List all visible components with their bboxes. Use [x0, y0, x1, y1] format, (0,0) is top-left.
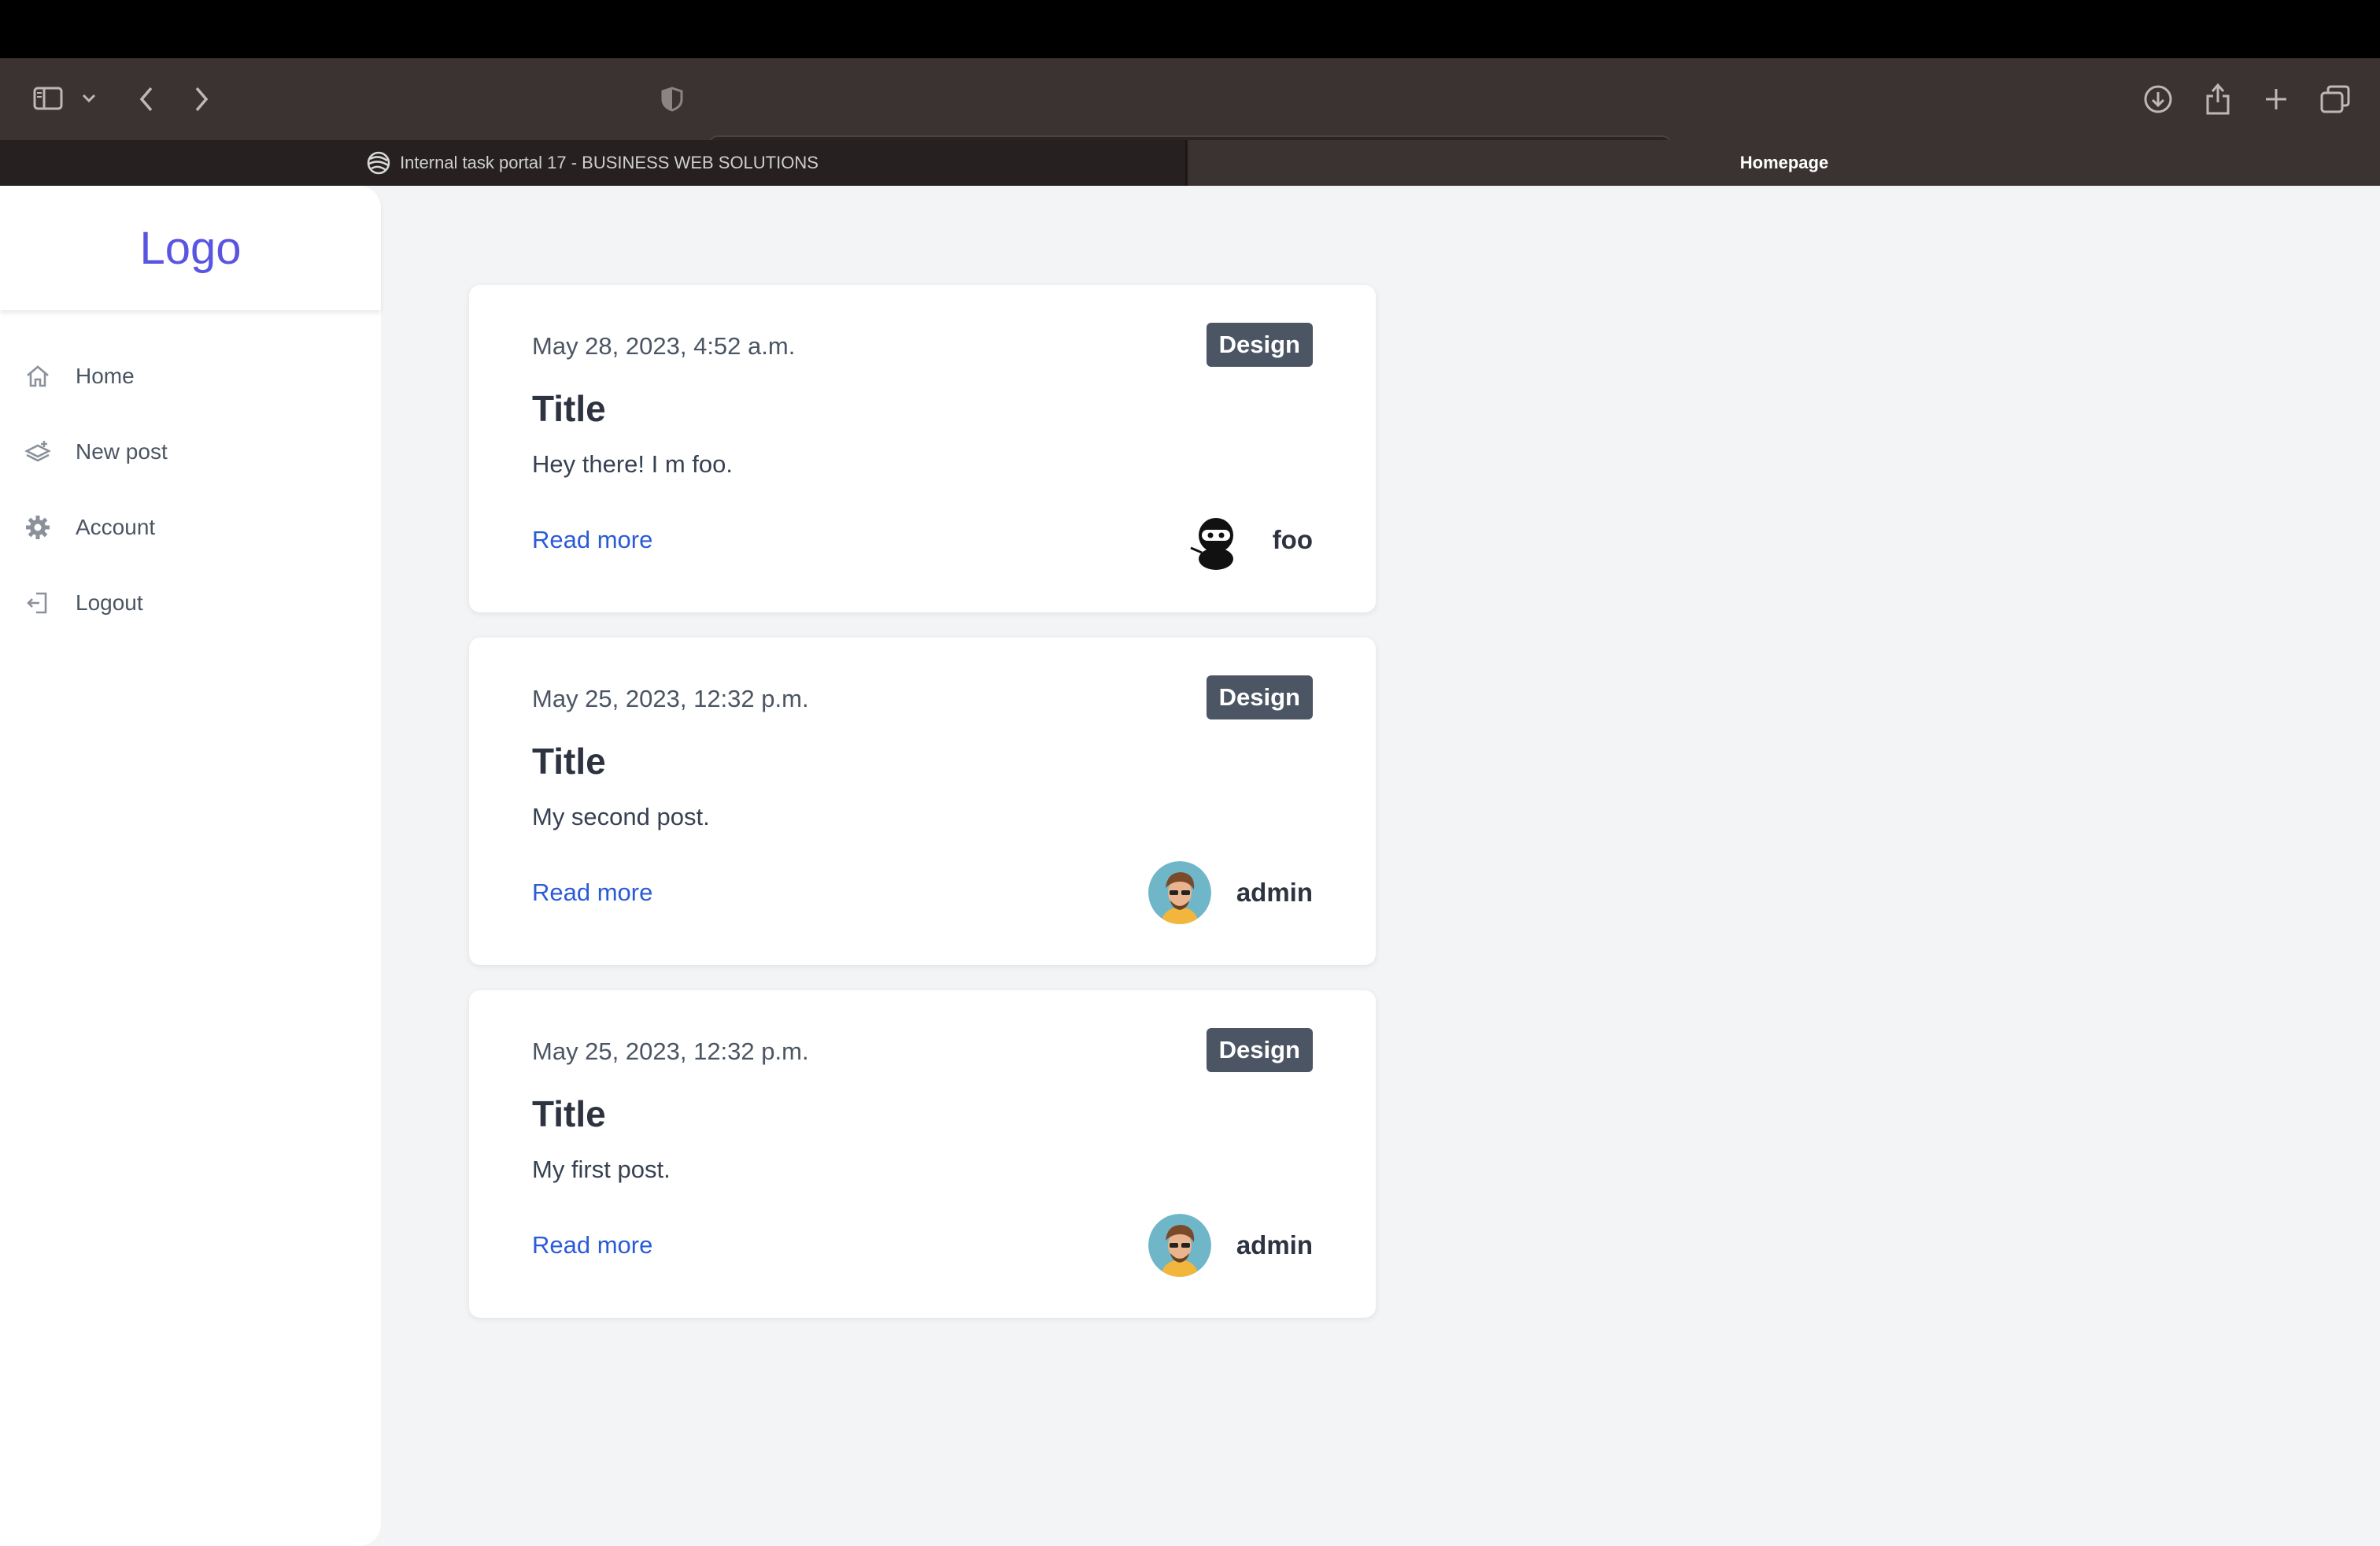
category-tag[interactable]: Design: [1206, 323, 1313, 367]
post-date: May 25, 2023, 12:32 p.m.: [532, 1037, 809, 1065]
read-more-link[interactable]: Read more: [532, 878, 652, 907]
author-name: admin: [1236, 1230, 1313, 1259]
author-name: admin: [1236, 878, 1313, 907]
sidebar-item-account[interactable]: Account: [0, 490, 381, 565]
globe-favicon-icon: [367, 151, 390, 175]
post-date: May 28, 2023, 4:52 a.m.: [532, 332, 796, 360]
new-tab-icon[interactable]: [2259, 82, 2293, 117]
share-icon[interactable]: [2201, 79, 2235, 118]
tab-homepage[interactable]: Homepage: [1188, 140, 2380, 186]
admin-avatar-icon: [1148, 1214, 1211, 1277]
post-date: May 25, 2023, 12:32 p.m.: [532, 685, 809, 712]
tab-internal-task-portal[interactable]: Internal task portal 17 - BUSINESS WEB S…: [0, 140, 1187, 186]
sidebar: Logo Home New post Account Logout: [0, 186, 381, 1546]
post-author[interactable]: admin: [1148, 1214, 1313, 1277]
ninja-avatar-icon: [1184, 509, 1247, 571]
sidebar-item-logout[interactable]: Logout: [0, 565, 381, 641]
layers-icon: [24, 441, 51, 462]
post-author[interactable]: admin: [1148, 861, 1313, 924]
post-title: Title: [532, 1093, 606, 1134]
post-card: May 28, 2023, 4:52 a.m. Design Title Hey…: [469, 285, 1376, 612]
category-tag[interactable]: Design: [1206, 675, 1313, 719]
home-icon: [27, 365, 49, 387]
logo-area: Logo: [0, 186, 381, 310]
tab-overview-icon[interactable]: [2317, 82, 2353, 117]
sidebar-toggle-icon[interactable]: [30, 80, 66, 117]
admin-avatar-icon: [1148, 861, 1211, 924]
category-tag[interactable]: Design: [1206, 1028, 1313, 1072]
tab-label: Internal task portal 17 - BUSINESS WEB S…: [400, 153, 819, 172]
sidebar-item-label: Logout: [76, 590, 143, 615]
sidebar-item-label: New post: [76, 439, 168, 464]
post-title: Title: [532, 741, 606, 782]
author-name: foo: [1272, 525, 1313, 554]
download-icon[interactable]: [2141, 82, 2175, 117]
sidebar-nav: Home New post Account Logout: [0, 310, 381, 641]
tab-label: Homepage: [1739, 153, 1829, 172]
post-excerpt: Hey there! I m foo.: [532, 450, 733, 478]
sidebar-item-label: Home: [76, 364, 135, 388]
post-list: May 28, 2023, 4:52 a.m. Design Title Hey…: [469, 285, 1376, 1343]
post-excerpt: My first post.: [532, 1156, 671, 1183]
chevron-down-icon[interactable]: [79, 88, 99, 109]
gear-icon: [26, 516, 50, 539]
browser-toolbar: localhost: [0, 58, 2380, 179]
post-title: Title: [532, 388, 606, 429]
back-icon[interactable]: [131, 82, 162, 117]
sidebar-item-new-post[interactable]: New post: [0, 414, 381, 490]
system-menubar: [0, 0, 2380, 58]
post-excerpt: My second post.: [532, 803, 710, 830]
sidebar-item-label: Account: [76, 515, 156, 539]
logo[interactable]: Logo: [139, 222, 241, 275]
post-author[interactable]: foo: [1184, 509, 1313, 571]
forward-icon[interactable]: [186, 82, 217, 117]
tab-bar: Internal task portal 17 - BUSINESS WEB S…: [0, 140, 2380, 186]
privacy-shield-icon[interactable]: [656, 82, 688, 117]
logout-icon: [27, 592, 47, 614]
page-content: Logo Home New post Account Logout May 28…: [0, 186, 2380, 1546]
read-more-link[interactable]: Read more: [532, 526, 652, 554]
sidebar-item-home[interactable]: Home: [0, 338, 381, 414]
read-more-link[interactable]: Read more: [532, 1231, 652, 1259]
post-card: May 25, 2023, 12:32 p.m. Design Title My…: [469, 638, 1376, 965]
post-card: May 25, 2023, 12:32 p.m. Design Title My…: [469, 990, 1376, 1318]
